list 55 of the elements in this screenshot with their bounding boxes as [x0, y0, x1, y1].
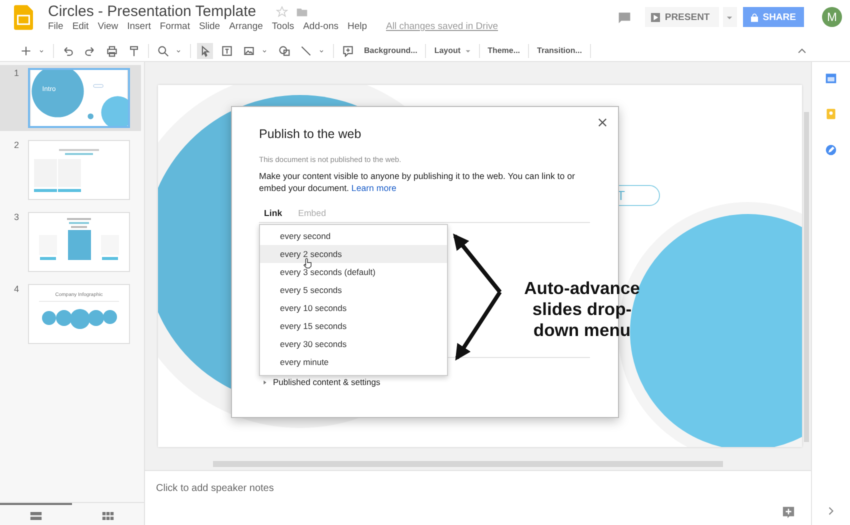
toolbar-button[interactable]: Transition... [535, 46, 584, 55]
hand-cursor-icon [303, 258, 312, 269]
menu-option[interactable]: every 30 seconds [260, 335, 447, 353]
toolbar-button[interactable]: Theme... [486, 46, 522, 55]
star-icon[interactable] [276, 6, 288, 18]
add-note-icon[interactable] [782, 506, 795, 519]
menu-option[interactable]: every 3 seconds (default) [260, 263, 447, 281]
menu-item[interactable]: Insert [127, 21, 151, 32]
slide-number: 1 [14, 68, 20, 78]
slide-thumbnail[interactable] [28, 212, 130, 272]
present-options-button[interactable] [722, 7, 737, 27]
menu-item[interactable]: Add-ons [303, 21, 338, 32]
document-title[interactable]: Circles - Presentation Template [48, 3, 256, 20]
layout-dropdown[interactable]: Layout [432, 46, 473, 55]
dialog-title: Publish to the web [259, 127, 362, 141]
close-icon[interactable] [598, 118, 607, 127]
menu-option[interactable]: every 5 seconds [260, 281, 447, 299]
menu-item[interactable]: Help [347, 21, 368, 32]
horizontal-scrollbar[interactable] [213, 461, 723, 467]
folder-icon[interactable] [296, 6, 308, 18]
settings-section-toggle[interactable]: Published content & settings [273, 377, 380, 387]
slide-thumbnail[interactable] [28, 140, 130, 200]
menu-item[interactable]: Edit [72, 21, 89, 32]
pencil-icon[interactable] [825, 144, 837, 156]
annotation-text: Auto-advance slides drop-down menu [523, 278, 641, 341]
menu-option[interactable]: every 2 seconds [260, 245, 447, 263]
lock-icon [750, 12, 758, 22]
slide-number: 2 [14, 140, 20, 150]
menu-item[interactable]: View [98, 21, 118, 32]
toolbar-button[interactable]: Background... [362, 46, 420, 55]
expand-arrow-icon[interactable] [263, 380, 267, 384]
menu-item[interactable]: File [48, 21, 64, 32]
play-icon [650, 12, 660, 22]
vertical-scrollbar[interactable] [804, 112, 809, 442]
calendar-icon[interactable] [825, 72, 837, 84]
cursor-icon[interactable] [197, 42, 213, 58]
menu-option[interactable]: every minute [260, 353, 447, 371]
dialog-tab[interactable]: Link [264, 208, 282, 218]
menu-item[interactable]: Tools [272, 21, 294, 32]
slide-number: 4 [14, 284, 20, 294]
comments-icon[interactable] [618, 10, 631, 24]
menu-item[interactable]: Format [160, 21, 190, 32]
speaker-notes-field[interactable]: Click to add speaker notes [156, 483, 799, 494]
caret-icon [726, 14, 734, 20]
caret-icon [464, 48, 471, 54]
slides-logo-icon[interactable] [14, 5, 33, 30]
menu-option[interactable]: every 15 seconds [260, 317, 447, 335]
slide-number: 3 [14, 212, 20, 222]
menu-option[interactable]: every second [260, 227, 447, 245]
menu-option[interactable]: every 10 seconds [260, 299, 447, 317]
learn-more-link[interactable]: Learn more [351, 183, 396, 193]
menu-item[interactable]: Slide [198, 21, 220, 32]
present-button[interactable]: PRESENT [644, 7, 719, 27]
menu-item[interactable]: Arrange [229, 21, 263, 32]
dialog-description: Make your content visible to anyone by publishing it to the web. You can link to or embed your document. Learn more [259, 170, 576, 194]
